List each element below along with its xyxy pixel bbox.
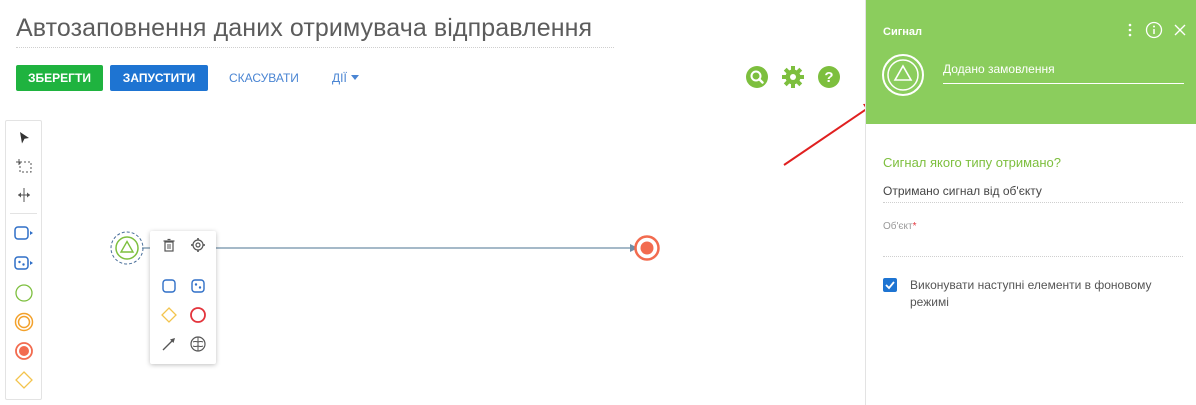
- object-field-input[interactable]: [883, 256, 1183, 257]
- close-icon[interactable]: [1173, 21, 1187, 44]
- ai-brain-icon[interactable]: [186, 332, 210, 356]
- name-input-underline: [943, 83, 1184, 84]
- trash-icon[interactable]: [157, 233, 181, 257]
- panel-header-icons: [1125, 21, 1187, 44]
- required-mark: *: [912, 221, 917, 232]
- signal-type-question: Сигнал якого типу отримано?: [883, 155, 1061, 170]
- panel-header: Сигнал Додано замовлення: [866, 0, 1196, 124]
- signal-element-icon: [881, 53, 925, 102]
- task-icon[interactable]: [157, 274, 181, 298]
- object-field-label: Об'єкт*: [883, 221, 917, 232]
- more-vertical-icon[interactable]: [1125, 21, 1135, 44]
- info-icon[interactable]: [1145, 21, 1163, 44]
- background-execution-label: Виконувати наступні елементи в фоновому …: [910, 278, 1152, 309]
- process-canvas: [110, 103, 865, 265]
- panel-element-type: Сигнал: [883, 26, 923, 38]
- gateway-icon[interactable]: [157, 303, 181, 327]
- properties-panel: Сигнал Додано замовлення Сигнал якого ти…: [865, 0, 1196, 405]
- end-event-core: [640, 241, 654, 255]
- subprocess-icon[interactable]: [186, 274, 210, 298]
- connector-arrow-icon[interactable]: [157, 332, 181, 356]
- signal-type-value[interactable]: Отримано сигнал від об'єкту: [883, 184, 1042, 198]
- signal-type-underline: [883, 202, 1183, 203]
- element-context-menu: [150, 231, 216, 364]
- settings-icon[interactable]: [186, 233, 210, 257]
- annotation-arrow-line: [783, 108, 865, 166]
- end-event-icon[interactable]: [186, 303, 210, 327]
- background-execution-checkbox[interactable]: [883, 278, 897, 292]
- element-name-input[interactable]: Додано замовлення: [943, 62, 1055, 76]
